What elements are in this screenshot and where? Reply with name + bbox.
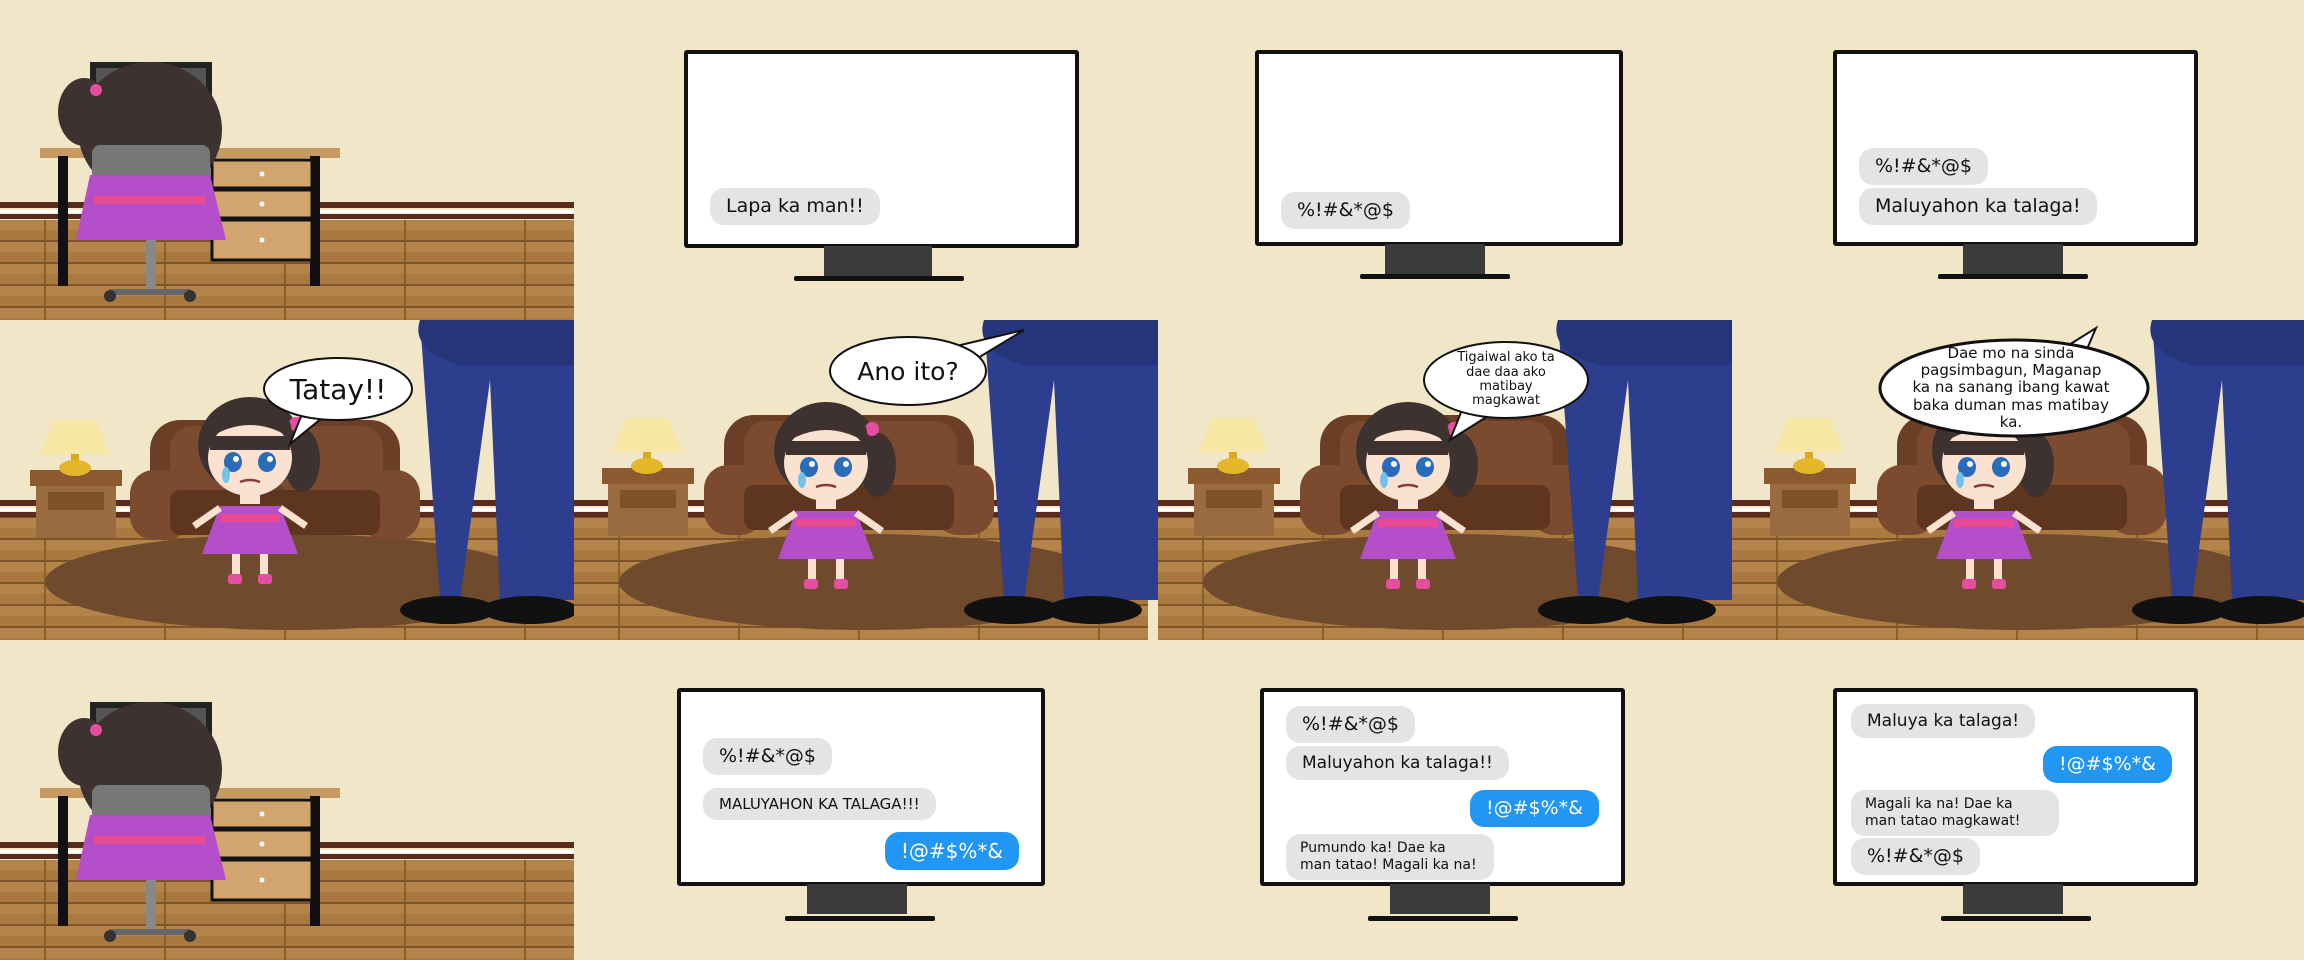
speech-bubble: Tigaiwal ako ta dae daa ako matibay magk… — [1422, 340, 1590, 443]
chat-bubble-sent: !@#$%*& — [1470, 790, 1599, 827]
speech-bubble: Ano ito? — [828, 329, 1025, 408]
chat-bubble-received: MALUYAHON KA TALAGA!!! — [703, 788, 936, 820]
chat-bubble-received: %!#&*@$ — [1281, 192, 1410, 229]
monitor-base — [1941, 916, 2091, 921]
desk-scene-illustration — [0, 640, 574, 960]
panel-desk-top — [0, 0, 574, 320]
speech-text: Dae mo na sinda pagsimbagun, Maganap ka … — [1912, 343, 2110, 431]
chat-bubble-sent: !@#$%*& — [2043, 746, 2172, 783]
monitor-base — [785, 916, 935, 921]
chat-bubble-received: Magali ka na! Dae ka man tatao magkawat! — [1851, 790, 2059, 836]
chat-bubble-received: %!#&*@$ — [1286, 706, 1415, 743]
chat-bubble-received: Maluya ka talaga! — [1851, 704, 2036, 739]
speech-text: Ano ito? — [857, 356, 959, 386]
monitor-r3c3: %!#&*@$ Maluyahon ka talaga!! !@#$%*& Pu… — [1260, 688, 1625, 928]
chat-bubble-sent: !@#$%*& — [884, 832, 1019, 870]
monitor-screen: Maluya ka talaga! !@#$%*& Magali ka na! … — [1833, 688, 2198, 886]
monitor-stand — [1963, 884, 2063, 914]
monitor-base — [1938, 274, 2088, 279]
speech-bubble: Tatay!! — [262, 356, 414, 448]
chat-bubble-received: %!#&*@$ — [703, 738, 832, 775]
chat-bubble-received: Maluyahon ka talaga!! — [1286, 746, 1509, 781]
monitor-base — [794, 276, 964, 281]
chat-bubble-received: %!#&*@$ — [1851, 838, 1980, 875]
monitor-r1c2: Lapa ka man!! — [684, 50, 1079, 290]
monitor-screen: Lapa ka man!! — [684, 50, 1079, 248]
chat-bubble-received: Pumundo ka! Dae ka man tatao! Magali ka … — [1286, 834, 1494, 880]
monitor-r1c3: %!#&*@$ — [1255, 50, 1623, 290]
panel-desk-bottom — [0, 640, 574, 960]
monitor-screen: %!#&*@$ MALUYAHON KA TALAGA!!! !@#$%*& — [677, 688, 1045, 886]
speech-bubble: Dae mo na sinda pagsimbagun, Maganap ka … — [1878, 325, 2150, 438]
monitor-r1c4: %!#&*@$ Maluyahon ka talaga! — [1833, 50, 2198, 290]
monitor-stand — [1963, 244, 2063, 274]
desk-scene-illustration — [0, 0, 574, 320]
monitor-stand — [807, 884, 907, 914]
monitor-base — [1360, 274, 1510, 279]
monitor-r3c2: %!#&*@$ MALUYAHON KA TALAGA!!! !@#$%*& — [677, 688, 1045, 928]
chat-bubble-received: Lapa ka man!! — [710, 188, 880, 225]
monitor-screen: %!#&*@$ — [1255, 50, 1623, 246]
monitor-stand — [824, 246, 932, 276]
monitor-stand — [1390, 884, 1490, 914]
chat-bubble-received: %!#&*@$ — [1859, 148, 1988, 185]
monitor-r3c4: Maluya ka talaga! !@#$%*& Magali ka na! … — [1833, 688, 2198, 928]
monitor-stand — [1385, 244, 1485, 274]
speech-text: Tigaiwal ako ta dae daa ako matibay magk… — [1457, 350, 1555, 409]
speech-text: Tatay!! — [289, 372, 387, 406]
chat-bubble-received: Maluyahon ka talaga! — [1859, 188, 2097, 225]
monitor-base — [1368, 916, 1518, 921]
monitor-screen: %!#&*@$ Maluyahon ka talaga! — [1833, 50, 2198, 246]
monitor-screen: %!#&*@$ Maluyahon ka talaga!! !@#$%*& Pu… — [1260, 688, 1625, 886]
